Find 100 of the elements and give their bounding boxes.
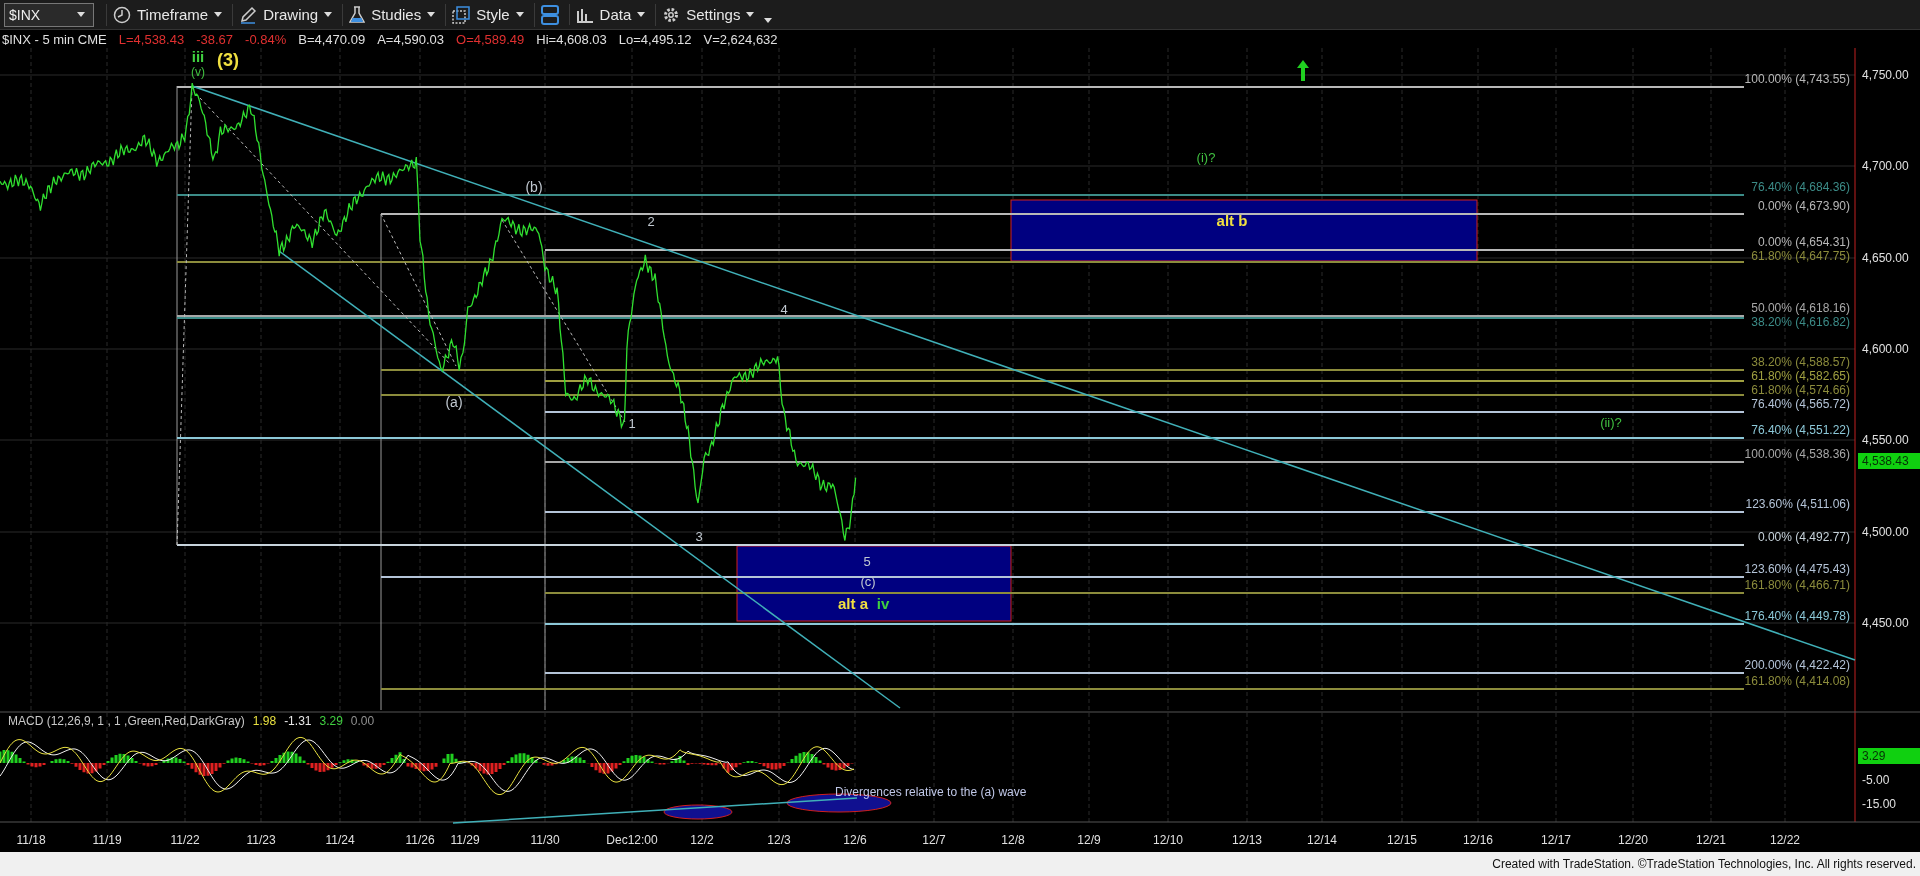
- fib-level-label: 176.40% (4,449.78): [1744, 608, 1850, 623]
- price-axis-label: 4,550.00: [1862, 433, 1909, 447]
- fib-level-label: 0.00% (4,654.31): [1757, 234, 1850, 249]
- price-axis-label: 4,600.00: [1862, 342, 1909, 356]
- quote-value: A=4,590.03: [377, 31, 444, 47]
- fib-level-label: 161.80% (4,414.08): [1744, 673, 1850, 688]
- fib-level-label: 100.00% (4,743.55): [1744, 71, 1850, 86]
- time-axis-label: 12/13: [1232, 833, 1262, 847]
- time-axis-label: 11/19: [92, 833, 122, 847]
- wave-label: (i)?: [1196, 150, 1216, 165]
- divergence-note: Divergences relative to the (a) wave: [835, 785, 1027, 799]
- layout-icon: [540, 4, 559, 25]
- time-axis-label: 11/30: [530, 833, 560, 847]
- up-arrow-icon: [1297, 60, 1309, 81]
- quote-value: $INX - 5 min CME: [2, 31, 107, 47]
- time-axis-label: 12/3: [767, 833, 791, 847]
- time-axis-label: 11/29: [450, 833, 480, 847]
- wave-label: iv: [876, 595, 890, 612]
- time-axis-label: 12/16: [1463, 833, 1493, 847]
- time-axis-label: 12/15: [1387, 833, 1417, 847]
- wave-label: 5: [863, 554, 871, 569]
- wave-label: (c): [860, 574, 876, 589]
- wave-label: (v): [191, 65, 205, 79]
- macd-axis-label: -15.00: [1862, 797, 1897, 811]
- fib-level-label: 0.00% (4,492.77): [1757, 529, 1850, 544]
- last-price-badge: 4,538.43: [1858, 453, 1920, 469]
- caret-icon: [637, 12, 646, 17]
- time-axis-label: 12/20: [1618, 833, 1648, 847]
- time-axis-label: 11/26: [405, 833, 435, 847]
- fib-level-label: 38.20% (4,588.57): [1751, 354, 1850, 369]
- price-axis-label: 4,450.00: [1862, 616, 1909, 630]
- quote-value: O=4,589.49: [456, 31, 525, 47]
- fib-level-label: 0.00% (4,673.90): [1757, 199, 1850, 214]
- caret-icon: [214, 12, 223, 17]
- time-axis-label: 11/23: [246, 833, 276, 847]
- wave-label: 4: [780, 302, 788, 317]
- time-axis-label: 12/7: [922, 833, 946, 847]
- macd-legend-value: 0.00: [350, 714, 375, 728]
- fib-level-label: 200.00% (4,422.42): [1744, 658, 1850, 673]
- toolbar-button[interactable]: Drawing: [232, 3, 339, 26]
- macd-axis-label: -5.00: [1862, 773, 1890, 787]
- toolbar-button[interactable]: Style: [445, 3, 530, 26]
- macd-legend-value: 3.29: [319, 714, 343, 728]
- caret-icon: [427, 12, 436, 17]
- toolbar-button[interactable]: Settings: [655, 3, 761, 26]
- wave-label: (3): [217, 50, 239, 70]
- quote-value: -38.67: [196, 31, 234, 47]
- time-axis-label: 12/6: [843, 833, 867, 847]
- time-axis-label: 12/14: [1307, 833, 1337, 847]
- divergence-marker: [663, 804, 733, 820]
- time-axis-label: 12/22: [1770, 833, 1800, 847]
- quote-value: L=4,538.43: [118, 31, 185, 47]
- toolbar-button[interactable]: Data: [568, 4, 652, 25]
- time-axis-label: 12/10: [1153, 833, 1183, 847]
- fib-level-label: 50.00% (4,618.16): [1751, 300, 1850, 315]
- copyright-text: Created with TradeStation. ©TradeStation Technologies, Inc. All rights reserved.: [1492, 857, 1916, 871]
- clock-icon: [113, 5, 131, 24]
- time-axis-label: 12/2: [690, 833, 714, 847]
- flask-icon: [349, 5, 366, 24]
- settings-icon: [662, 5, 681, 24]
- squares-icon: [452, 5, 471, 24]
- fib-level-label: 76.40% (4,551.22): [1751, 423, 1850, 438]
- price-axis-label: 4,650.00: [1862, 251, 1909, 265]
- fib-level-label: 161.80% (4,466.71): [1744, 577, 1850, 592]
- price-axis-label: 4,700.00: [1862, 159, 1909, 173]
- fib-level-label: 38.20% (4,616.82): [1751, 314, 1850, 329]
- fib-level-label: 61.80% (4,582.65): [1751, 368, 1850, 383]
- wave-label: alt a: [838, 595, 868, 612]
- price-axis-label: 4,500.00: [1862, 525, 1909, 539]
- pencil-icon: [239, 5, 258, 24]
- toolbar-button[interactable]: Timeframe: [106, 3, 229, 26]
- quote-value: B=4,470.09: [298, 31, 366, 47]
- wave-label: iii: [191, 48, 205, 65]
- fib-level-label: 123.60% (4,511.06): [1745, 496, 1850, 511]
- time-axis-label: 12/9: [1077, 833, 1101, 847]
- caret-icon: [515, 12, 524, 17]
- caret-icon: [77, 12, 85, 17]
- macd-legend-value: 1.98: [252, 714, 277, 728]
- symbol-dropdown[interactable]: $INX: [4, 2, 94, 27]
- quote-value: -0.84%: [245, 31, 287, 47]
- wave-label: alt b: [1216, 212, 1248, 229]
- macd-legend-value: -1.31: [284, 714, 312, 728]
- quote-value: Hi=4,608.03: [536, 31, 607, 47]
- time-axis-label: 12/8: [1001, 833, 1025, 847]
- toolbar-button[interactable]: Studies: [342, 3, 442, 26]
- quote-value: V=2,624,632: [703, 31, 778, 47]
- wave-label: (a): [445, 394, 463, 410]
- time-axis-label: 12/21: [1696, 833, 1726, 847]
- macd-legend-value: MACD (12,26,9, 1 , 1 ,Green,Red,DarkGray): [8, 714, 245, 728]
- fib-level-label: 61.80% (4,647.75): [1751, 248, 1850, 263]
- wave-label: (ii)?: [1600, 415, 1622, 430]
- wave-label: (b): [525, 179, 543, 195]
- time-axis-label: 11/24: [325, 833, 355, 847]
- time-axis-label: Dec12:00: [606, 833, 658, 847]
- wave-label: 2: [647, 214, 655, 229]
- quote-value: Lo=4,495.12: [618, 31, 692, 47]
- time-axis-label: 12/17: [1541, 833, 1571, 847]
- fib-level-label: 61.80% (4,574.66): [1751, 382, 1850, 397]
- price-axis-label: 4,750.00: [1862, 68, 1909, 82]
- time-axis-label: 11/18: [16, 833, 46, 847]
